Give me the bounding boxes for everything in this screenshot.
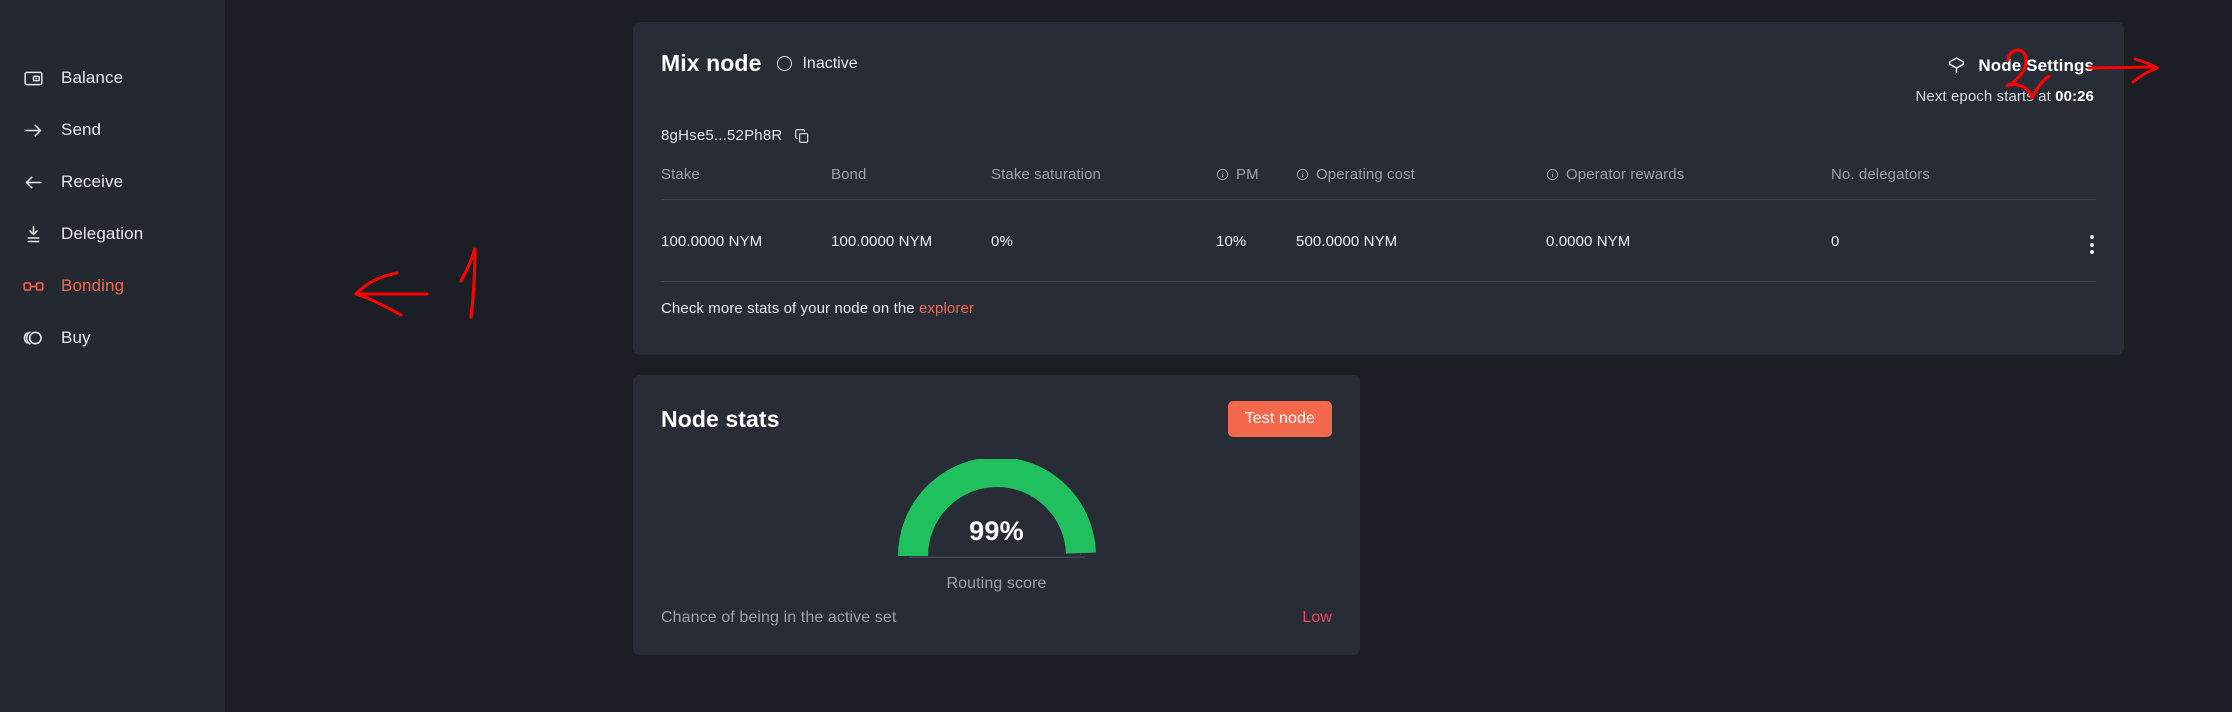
node-stats-card: Node stats Test node 99% Routing score C…	[633, 375, 1360, 655]
wallet-icon	[22, 67, 45, 90]
sidebar-item-bonding[interactable]: Bonding	[0, 260, 225, 312]
next-epoch-time: 00:26	[2055, 88, 2094, 105]
cell-operating-cost: 500.0000 NYM	[1296, 233, 1398, 250]
app-root: Balance Send Receive Delegation Bonding …	[0, 0, 2232, 712]
node-settings-button[interactable]: Node Settings	[1915, 54, 2094, 77]
node-stats-table-wrap: Stake Bond Stake saturation PM Operating…	[633, 166, 2124, 282]
mix-node-card: Mix node Inactive Node Settings Next epo…	[633, 22, 2124, 355]
cell-stake: 100.0000 NYM	[661, 233, 763, 250]
th-label: No. delegators	[1831, 166, 1930, 183]
info-icon[interactable]	[1296, 168, 1309, 181]
node-stats-title: Node stats	[661, 405, 780, 432]
annotation-marker-one	[459, 247, 477, 319]
main-content: Mix node Inactive Node Settings Next epo…	[225, 0, 2232, 712]
status-label: Inactive	[802, 54, 858, 72]
routing-score-gauge-area: 99% Routing score	[633, 459, 1360, 593]
node-settings-label: Node Settings	[1978, 55, 2094, 75]
link-icon	[22, 275, 45, 298]
cell-operator-rewards: 0.0000 NYM	[1546, 233, 1631, 250]
info-icon[interactable]	[1546, 168, 1559, 181]
arrow-left-icon	[22, 171, 45, 194]
th-label: Stake saturation	[991, 166, 1101, 183]
th-label: Stake	[661, 166, 700, 183]
sidebar-item-buy[interactable]: Buy	[0, 312, 225, 364]
routing-score-caption: Routing score	[946, 575, 1047, 592]
status-circle-icon	[777, 56, 793, 71]
cell-pm: 10%	[1216, 233, 1247, 250]
th-actions	[2036, 166, 2096, 200]
th-pm: PM	[1216, 166, 1296, 200]
th-operating-cost: Operating cost	[1296, 166, 1546, 200]
th-stake-saturation: Stake saturation	[991, 166, 1216, 200]
sidebar: Balance Send Receive Delegation Bonding …	[0, 0, 225, 712]
sidebar-item-label: Bonding	[61, 276, 125, 295]
mix-node-card-header: Mix node Inactive Node Settings Next epo…	[633, 22, 2124, 105]
node-identity-row: 8gHse5...52Ph8R	[633, 105, 2124, 144]
sidebar-item-label: Delegation	[61, 224, 144, 243]
th-label: PM	[1236, 166, 1259, 183]
header-right: Node Settings Next epoch starts at 00:26	[1915, 50, 2094, 106]
title-row: Mix node Inactive	[661, 50, 858, 77]
cell-stake-saturation: 0%	[991, 233, 1013, 250]
download-icon	[22, 223, 45, 246]
sidebar-item-delegation[interactable]: Delegation	[0, 208, 225, 260]
status-badge: Inactive	[777, 54, 858, 73]
active-set-chance-label: Chance of being in the active set	[661, 609, 897, 626]
explorer-footer: Check more stats of your node on the exp…	[633, 282, 2124, 317]
active-set-chance-value: Low	[1302, 609, 1332, 626]
th-label: Operator rewards	[1566, 166, 1685, 183]
kebab-menu-icon[interactable]	[2088, 232, 2096, 257]
sidebar-item-balance[interactable]: Balance	[0, 52, 225, 104]
active-set-chance-row: Chance of being in the active set Low	[661, 609, 1332, 627]
explorer-footer-text: Check more stats of your node on the	[661, 300, 920, 317]
th-label: Operating cost	[1316, 166, 1415, 183]
routing-score-value: 99%	[969, 516, 1024, 546]
th-bond: Bond	[831, 166, 991, 200]
sidebar-item-label: Balance	[61, 68, 124, 87]
coin-icon	[22, 327, 45, 350]
table-head: Stake Bond Stake saturation PM Operating…	[661, 166, 2096, 200]
annotation-arrow-to-bonding	[354, 271, 429, 317]
node-identity-key: 8gHse5...52Ph8R	[661, 127, 783, 144]
explorer-link[interactable]: explorer	[919, 300, 974, 317]
sidebar-item-label: Buy	[61, 328, 91, 347]
node-stats-table: Stake Bond Stake saturation PM Operating…	[661, 166, 2096, 282]
cell-bond: 100.0000 NYM	[831, 233, 933, 250]
cell-actions	[2036, 200, 2096, 282]
arrow-right-icon	[22, 119, 45, 142]
cube-icon	[1945, 54, 1968, 77]
test-node-button[interactable]: Test node	[1227, 401, 1332, 437]
table-header-row: Stake Bond Stake saturation PM Operating…	[661, 166, 2096, 200]
th-label: Bond	[831, 166, 867, 183]
routing-score-gauge: 99%	[897, 459, 1097, 561]
sidebar-item-send[interactable]: Send	[0, 104, 225, 156]
table-row: 100.0000 NYM 100.0000 NYM 0% 10% 500.000…	[661, 200, 2096, 282]
th-operator-rewards: Operator rewards	[1546, 166, 1831, 200]
next-epoch-prefix: Next epoch starts at	[1915, 88, 2056, 105]
table-body: 100.0000 NYM 100.0000 NYM 0% 10% 500.000…	[661, 200, 2096, 282]
th-stake: Stake	[661, 166, 831, 200]
page-title: Mix node	[661, 50, 762, 76]
sidebar-item-label: Receive	[61, 172, 124, 191]
sidebar-item-label: Send	[61, 120, 102, 139]
th-no-delegators: No. delegators	[1831, 166, 2036, 200]
sidebar-item-receive[interactable]: Receive	[0, 156, 225, 208]
next-epoch-info: Next epoch starts at 00:26	[1915, 88, 2094, 105]
node-stats-header: Node stats Test node	[633, 375, 1360, 437]
info-icon[interactable]	[1216, 168, 1229, 181]
cell-no-delegators: 0	[1831, 233, 1840, 250]
copy-icon[interactable]	[794, 128, 810, 144]
